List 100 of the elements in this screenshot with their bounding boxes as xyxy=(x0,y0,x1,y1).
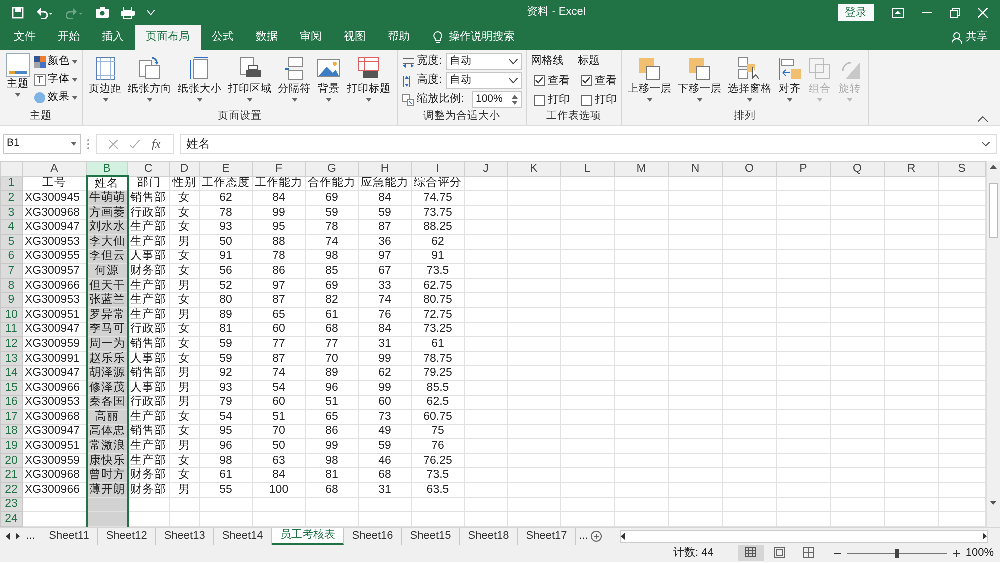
row-header[interactable]: 19 xyxy=(0,438,22,454)
column-header[interactable]: D xyxy=(170,162,200,176)
row-header[interactable]: 14 xyxy=(0,366,22,380)
column-header[interactable]: K xyxy=(508,162,560,176)
row-header[interactable]: 21 xyxy=(0,468,22,483)
camera-icon[interactable] xyxy=(96,7,109,18)
row-header[interactable]: 1 xyxy=(0,176,22,191)
slider-thumb[interactable] xyxy=(894,548,899,558)
scrollbar-thumb[interactable] xyxy=(989,183,998,238)
insert-function-button[interactable]: fx xyxy=(152,135,161,153)
column-header[interactable]: A xyxy=(22,162,86,176)
column-header[interactable]: G xyxy=(306,162,358,176)
theme-option-button[interactable]: 效果 xyxy=(34,89,78,107)
row-header[interactable]: 5 xyxy=(0,234,22,250)
check-icon[interactable] xyxy=(130,140,140,148)
checkbox-icon[interactable] xyxy=(581,94,592,106)
row-header[interactable]: 9 xyxy=(0,292,22,308)
row-header[interactable]: 11 xyxy=(0,322,22,337)
row-header[interactable]: 24 xyxy=(0,512,22,526)
ribbon-button[interactable]: 页边距 xyxy=(87,57,124,109)
close-icon[interactable] xyxy=(978,8,988,18)
ribbon-tab[interactable]: 视图 xyxy=(333,25,377,50)
ribbon-tab[interactable]: 开始 xyxy=(47,25,91,50)
dropdown-field[interactable]: 自动 xyxy=(446,72,522,89)
ribbon-button[interactable]: 纸张方向 xyxy=(126,57,174,109)
row-header[interactable]: 8 xyxy=(0,278,22,293)
scroll-left-icon[interactable] xyxy=(621,532,626,540)
row-header[interactable]: 12 xyxy=(0,336,22,352)
dropdown-field[interactable]: 自动 xyxy=(446,53,522,70)
column-header[interactable]: J xyxy=(464,162,508,176)
collapse-ribbon-icon[interactable] xyxy=(978,116,988,122)
checkbox-icon[interactable] xyxy=(534,94,545,106)
column-header[interactable]: F xyxy=(252,162,306,176)
person-icon[interactable] xyxy=(952,32,963,44)
formula-field[interactable]: 姓名 xyxy=(180,134,997,154)
save-icon[interactable] xyxy=(12,6,24,18)
spin-field[interactable]: 100% xyxy=(472,91,522,108)
column-header[interactable]: B xyxy=(86,162,128,176)
ribbon-button[interactable]: 纸张大小 xyxy=(176,57,224,109)
restore-icon[interactable] xyxy=(950,8,960,18)
row-header[interactable]: 13 xyxy=(0,351,22,366)
horizontal-scrollbar[interactable] xyxy=(620,530,988,542)
search-field[interactable]: 操作说明搜索 xyxy=(449,29,515,46)
zoom-level[interactable]: 100% xyxy=(966,544,994,562)
undo-icon[interactable] xyxy=(36,6,54,18)
more-sheets-button[interactable]: ... xyxy=(26,528,36,544)
add-sheet-icon[interactable] xyxy=(591,530,602,542)
column-header[interactable]: M xyxy=(614,162,668,176)
ribbon-tab[interactable]: 公式 xyxy=(201,25,245,50)
theme-option-button[interactable]: 字体 xyxy=(34,71,78,89)
ribbon-button[interactable]: 打印标题 xyxy=(345,57,393,109)
ribbon-button[interactable]: 对齐 xyxy=(776,57,804,109)
column-header[interactable]: E xyxy=(200,162,252,176)
column-header[interactable]: H xyxy=(358,162,412,176)
column-header[interactable]: L xyxy=(560,162,614,176)
scroll-right-icon[interactable] xyxy=(983,532,987,540)
checkbox-label[interactable]: 打印 xyxy=(548,92,570,108)
normal-view-icon[interactable] xyxy=(738,545,764,561)
ribbon-button[interactable]: 打印区域 xyxy=(226,57,274,109)
vertical-scrollbar[interactable] xyxy=(986,161,1000,527)
row-header[interactable]: 22 xyxy=(0,482,22,498)
column-header[interactable]: R xyxy=(884,162,938,176)
row-header[interactable]: 2 xyxy=(0,190,22,206)
sign-in-button[interactable]: 登录 xyxy=(838,4,874,21)
ribbon-button[interactable]: 背景 xyxy=(315,57,343,109)
sheet-tab[interactable]: 员工考核表 xyxy=(272,528,344,544)
ribbon-tab[interactable]: 审阅 xyxy=(289,25,333,50)
ribbon-tab[interactable]: 文件 xyxy=(3,25,47,50)
customize-caret-icon[interactable] xyxy=(147,10,155,16)
ribbon-tab[interactable]: 插入 xyxy=(91,25,135,50)
checkbox-label[interactable]: 查看 xyxy=(548,72,570,89)
column-header[interactable]: P xyxy=(776,162,830,176)
checkbox-icon[interactable] xyxy=(581,75,592,86)
column-header[interactable]: I xyxy=(412,162,464,176)
column-header[interactable]: N xyxy=(668,162,722,176)
ribbon-tab[interactable]: 页面布局 xyxy=(135,25,201,50)
row-header[interactable]: 3 xyxy=(0,205,22,220)
column-header[interactable]: S xyxy=(938,162,986,176)
row-header[interactable]: 17 xyxy=(0,410,22,424)
row-header[interactable]: 16 xyxy=(0,395,22,410)
column-header[interactable]: Q xyxy=(830,162,884,176)
ribbon-tab[interactable]: 帮助 xyxy=(377,25,421,50)
theme-option-button[interactable]: 颜色 xyxy=(34,53,78,71)
ribbon-button[interactable]: 选择窗格 xyxy=(726,57,774,109)
name-box[interactable]: B1 xyxy=(3,134,81,154)
row-header[interactable]: 10 xyxy=(0,307,22,322)
row-header[interactable]: 7 xyxy=(0,264,22,278)
row-header[interactable]: 6 xyxy=(0,249,22,264)
scroll-right-icon[interactable] xyxy=(16,532,20,540)
more-sheets-button[interactable]: ... xyxy=(576,528,592,544)
scroll-left-icon[interactable] xyxy=(6,532,10,540)
scroll-up-icon[interactable] xyxy=(990,165,997,169)
row-header[interactable]: 18 xyxy=(0,424,22,439)
checkbox-icon[interactable] xyxy=(534,75,545,86)
row-header[interactable]: 15 xyxy=(0,380,22,395)
expand-formula-icon[interactable] xyxy=(982,142,990,146)
theme-button[interactable]: 主题 xyxy=(4,53,32,109)
row-header[interactable]: 23 xyxy=(0,497,22,512)
ribbon-button[interactable]: 分隔符 xyxy=(276,57,313,109)
printer-icon[interactable] xyxy=(121,6,135,18)
